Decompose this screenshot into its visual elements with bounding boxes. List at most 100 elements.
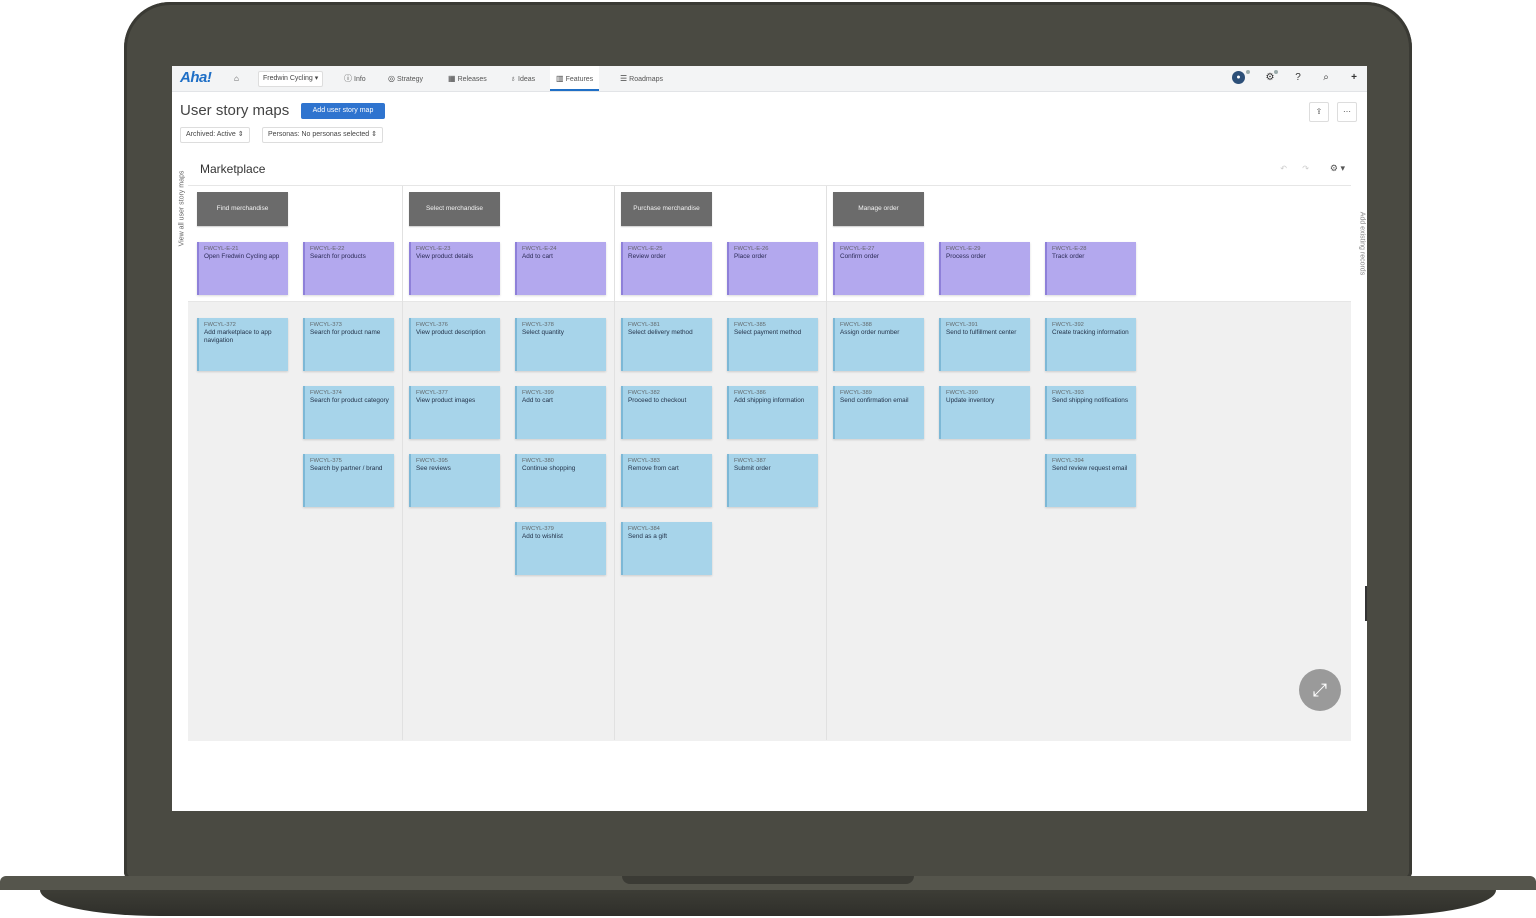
workspace-label: Fredwin Cycling: [263, 75, 313, 82]
story-card[interactable]: FWCYL-387 Submit order: [727, 454, 818, 507]
more-options-icon[interactable]: ⋯: [1337, 102, 1357, 122]
search-icon[interactable]: ⌕: [1318, 70, 1334, 86]
story-id: FWCYL-399: [522, 390, 554, 396]
story-card[interactable]: FWCYL-372 Add marketplace to app navigati…: [197, 318, 288, 371]
story-card[interactable]: FWCYL-377 View product images: [409, 386, 500, 439]
workspace-select[interactable]: Fredwin Cycling ▾: [258, 71, 324, 87]
story-card[interactable]: FWCYL-384 Send as a gift: [621, 522, 712, 575]
story-card[interactable]: FWCYL-399 Add to cart: [515, 386, 606, 439]
story-card[interactable]: FWCYL-389 Send confirmation email: [833, 386, 924, 439]
story-card[interactable]: FWCYL-392 Create tracking information: [1045, 318, 1136, 371]
nav-releases[interactable]: ▦ Releases: [448, 66, 487, 91]
story-name: Add shipping information: [734, 397, 805, 404]
nav-strategy[interactable]: ◎ Strategy: [388, 66, 423, 91]
nav-label: Ideas: [518, 76, 536, 83]
story-name: Search for product category: [310, 397, 389, 404]
story-name: Assign order number: [840, 329, 900, 336]
story-card[interactable]: FWCYL-376 View product description: [409, 318, 500, 371]
nav-label: Releases: [457, 76, 487, 83]
story-card[interactable]: FWCYL-393 Send shipping notifications: [1045, 386, 1136, 439]
activity-card[interactable]: Select merchandise: [409, 192, 500, 226]
story-card[interactable]: FWCYL-383 Remove from cart: [621, 454, 712, 507]
view-all-maps-tab[interactable]: View all user story maps: [172, 155, 186, 275]
epic-card[interactable]: FWCYL-E-25 Review order: [621, 242, 712, 295]
filter-personas[interactable]: Personas: No personas selected ⇕: [262, 127, 383, 143]
app-screen: Aha! ⌂ Fredwin Cycling ▾ ⓘ Info ◎ Strategy…: [172, 66, 1367, 811]
scrollbar[interactable]: [1365, 586, 1367, 621]
story-name: Send to fulfillment center: [946, 329, 1017, 336]
activity-card[interactable]: Manage order: [833, 192, 924, 226]
undo-icon[interactable]: ↶: [1280, 164, 1287, 173]
export-icon[interactable]: ⇪: [1309, 102, 1329, 122]
story-card[interactable]: FWCYL-374 Search for product category: [303, 386, 394, 439]
story-id: FWCYL-388: [840, 322, 872, 328]
avatar[interactable]: ●: [1232, 71, 1245, 84]
nav-roadmaps[interactable]: ☰ Roadmaps: [620, 66, 663, 91]
story-card[interactable]: FWCYL-388 Assign order number: [833, 318, 924, 371]
story-name: Submit order: [734, 465, 771, 472]
epic-card[interactable]: FWCYL-E-27 Confirm order: [833, 242, 924, 295]
story-card[interactable]: FWCYL-395 See reviews: [409, 454, 500, 507]
activity-card[interactable]: Purchase merchandise: [621, 192, 712, 226]
story-name: View product description: [416, 329, 486, 336]
story-card[interactable]: FWCYL-381 Select delivery method: [621, 318, 712, 371]
story-card[interactable]: FWCYL-379 Add to wishlist: [515, 522, 606, 575]
epic-card[interactable]: FWCYL-E-21 Open Fredwin Cycling app: [197, 242, 288, 295]
epic-id: FWCYL-E-22: [310, 246, 345, 252]
epic-card[interactable]: FWCYL-E-23 View product details: [409, 242, 500, 295]
story-name: Remove from cart: [628, 465, 679, 472]
epic-card[interactable]: FWCYL-E-29 Process order: [939, 242, 1030, 295]
page-title: User story maps: [180, 102, 290, 119]
epic-name: Track order: [1052, 253, 1085, 260]
story-card[interactable]: FWCYL-382 Proceed to checkout: [621, 386, 712, 439]
epic-name: Place order: [734, 253, 767, 260]
epic-id: FWCYL-E-23: [416, 246, 451, 252]
epic-name: Process order: [946, 253, 986, 260]
activity-card[interactable]: Find merchandise: [197, 192, 288, 226]
story-card[interactable]: FWCYL-380 Continue shopping: [515, 454, 606, 507]
board-settings-icon[interactable]: ⚙ ▾: [1330, 163, 1345, 174]
epic-card[interactable]: FWCYL-E-24 Add to cart: [515, 242, 606, 295]
story-card[interactable]: FWCYL-391 Send to fulfillment center: [939, 318, 1030, 371]
lightbulb-icon: ♁: [510, 74, 516, 83]
tab-label: View all user story maps: [178, 170, 186, 247]
story-id: FWCYL-376: [416, 322, 448, 328]
add-icon[interactable]: +: [1346, 70, 1362, 86]
story-card[interactable]: FWCYL-390 Update inventory: [939, 386, 1030, 439]
nav-features[interactable]: ▥ Features: [550, 66, 600, 91]
story-card[interactable]: FWCYL-394 Send review request email: [1045, 454, 1136, 507]
epic-card[interactable]: FWCYL-E-26 Place order: [727, 242, 818, 295]
story-id: FWCYL-393: [1052, 390, 1084, 396]
story-card[interactable]: FWCYL-386 Add shipping information: [727, 386, 818, 439]
nav-info[interactable]: ⓘ Info: [344, 66, 366, 91]
filter-archived[interactable]: Archived: Active ⇕: [180, 127, 250, 143]
story-name: Select delivery method: [628, 329, 693, 336]
grid-icon: ▥: [556, 74, 564, 83]
story-card[interactable]: FWCYL-378 Select quantity: [515, 318, 606, 371]
expand-icon[interactable]: ⤢: [1299, 669, 1341, 711]
story-id: FWCYL-387: [734, 458, 766, 464]
story-id: FWCYL-377: [416, 390, 448, 396]
add-existing-records-tab[interactable]: Add existing records: [1352, 190, 1366, 310]
aha-logo[interactable]: Aha!: [180, 69, 212, 86]
roadmap-icon: ☰: [620, 74, 628, 83]
story-card[interactable]: FWCYL-385 Select payment method: [727, 318, 818, 371]
epic-id: FWCYL-E-25: [628, 246, 663, 252]
story-card[interactable]: FWCYL-373 Search for product name: [303, 318, 394, 371]
story-id: FWCYL-382: [628, 390, 660, 396]
story-id: FWCYL-372: [204, 322, 236, 328]
epic-name: Add to cart: [522, 253, 553, 260]
epic-card[interactable]: FWCYL-E-28 Track order: [1045, 242, 1136, 295]
help-icon[interactable]: ?: [1290, 70, 1306, 86]
story-id: FWCYL-394: [1052, 458, 1084, 464]
story-card[interactable]: FWCYL-375 Search by partner / brand: [303, 454, 394, 507]
redo-icon[interactable]: ↷: [1302, 164, 1309, 173]
home-icon[interactable]: ⌂: [234, 66, 241, 91]
column-divider: [402, 186, 403, 740]
filter-label: Personas: No personas selected: [268, 131, 370, 138]
epic-id: FWCYL-E-27: [840, 246, 875, 252]
add-user-story-map-button[interactable]: Add user story map: [301, 103, 385, 119]
tab-label: Add existing records: [1358, 211, 1366, 276]
nav-ideas[interactable]: ♁ Ideas: [510, 66, 535, 91]
epic-card[interactable]: FWCYL-E-22 Search for products: [303, 242, 394, 295]
